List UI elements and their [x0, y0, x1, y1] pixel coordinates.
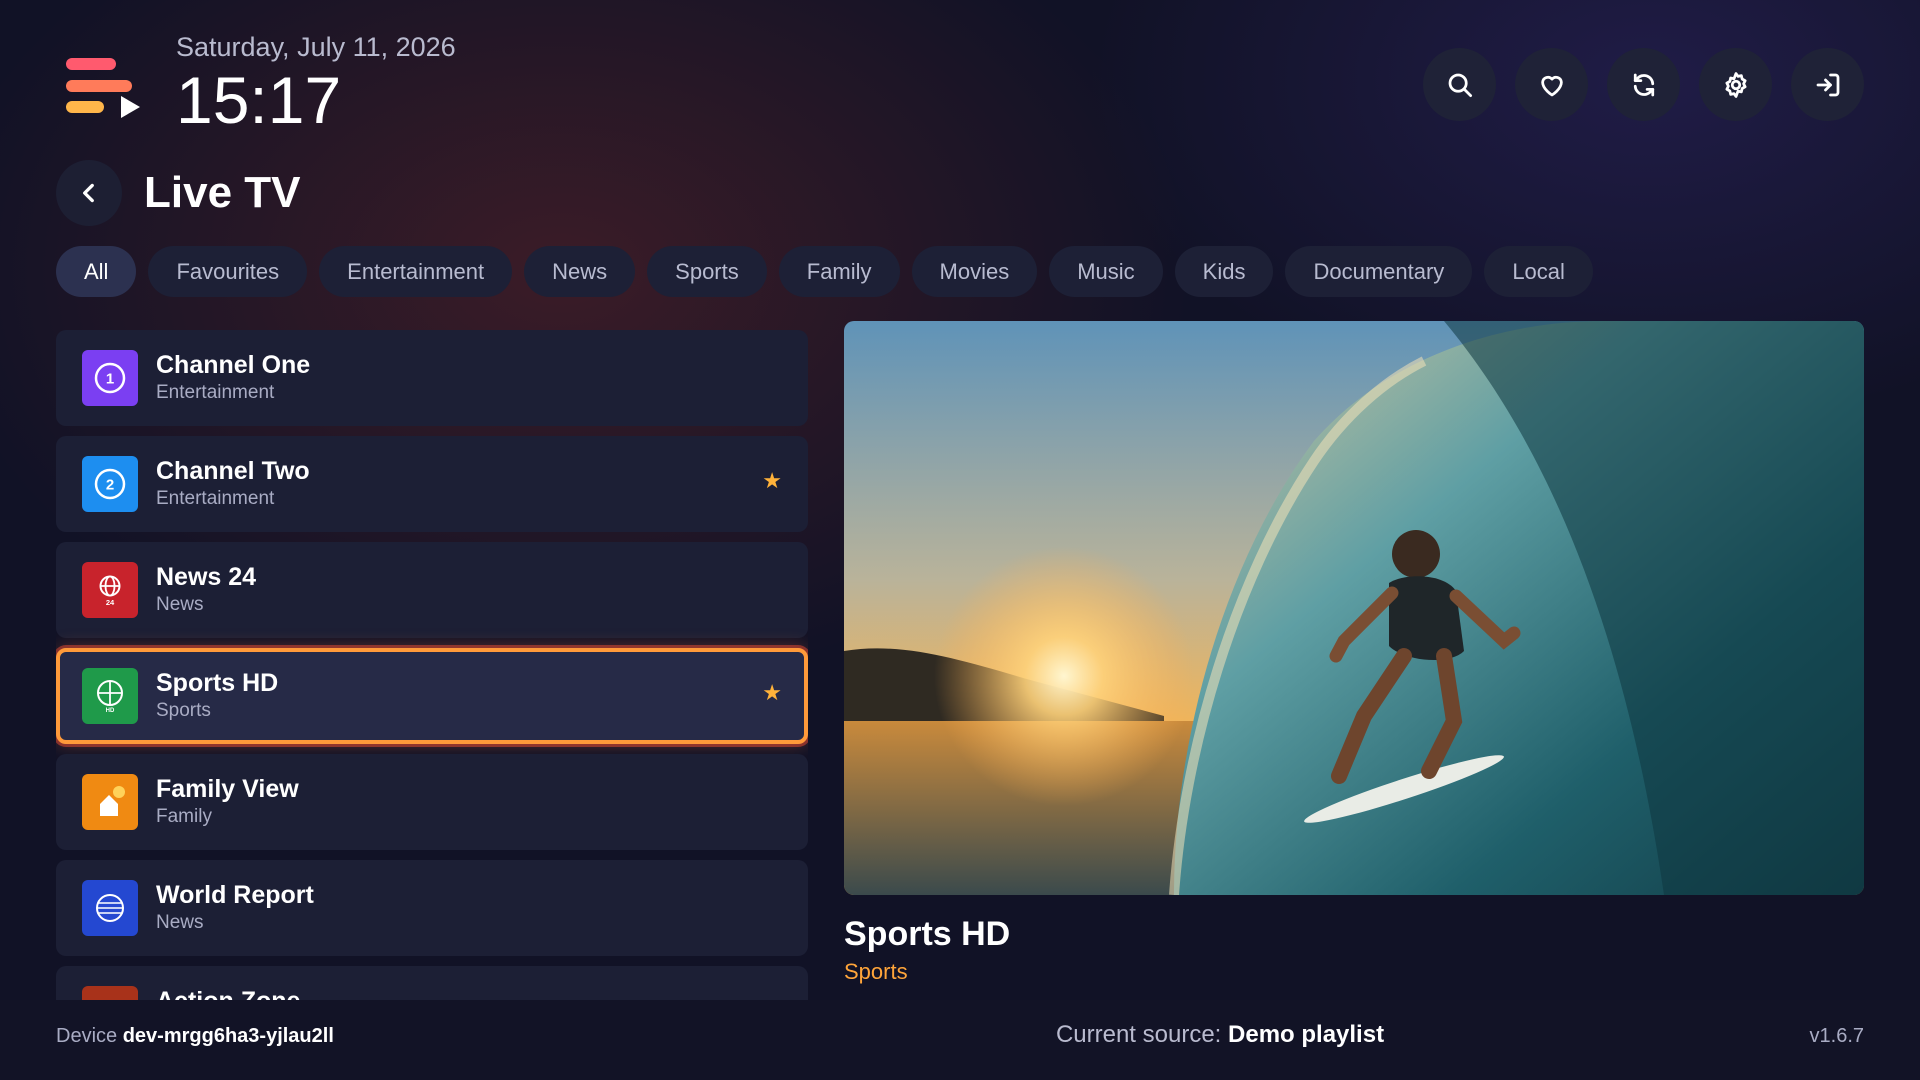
channel-item[interactable]: 24 News 24 News	[56, 542, 808, 638]
channel-name: Sports HD	[156, 669, 279, 697]
source-name: Demo playlist	[1228, 1021, 1385, 1048]
channel-item[interactable]: Family View Family	[56, 754, 808, 850]
gear-icon	[1725, 71, 1746, 98]
preview-image	[844, 321, 1864, 895]
favourites-button[interactable]	[1515, 48, 1588, 121]
category-filter: All Favourites Entertainment News Sports…	[56, 246, 1593, 297]
preview-category: Sports	[844, 959, 908, 984]
channel-logo: 24	[82, 562, 138, 618]
chip-documentary[interactable]: Documentary	[1285, 246, 1473, 297]
source-label: Current source:	[1055, 1021, 1222, 1048]
world-icon	[96, 894, 124, 922]
chip-entertainment[interactable]: Entertainment	[319, 246, 513, 297]
chip-family[interactable]: Family	[778, 246, 900, 297]
channel-name: Channel Two	[156, 457, 310, 485]
number-one-icon: 1	[94, 362, 126, 394]
channel-name: News 24	[156, 563, 257, 591]
channel-preview[interactable]	[844, 321, 1864, 895]
channel-logo-text: HD	[106, 708, 115, 714]
number-two-icon: 2	[94, 468, 126, 500]
settings-button[interactable]	[1699, 48, 1772, 121]
channel-category: Sports	[156, 700, 211, 721]
chip-music[interactable]: Music	[1049, 246, 1163, 297]
top-actions	[1423, 48, 1864, 121]
channel-name: Channel One	[156, 351, 311, 379]
channel-category: Entertainment	[156, 382, 275, 403]
favourite-star-icon: ★	[762, 468, 782, 493]
channel-name: Action Zone	[156, 986, 300, 1000]
channel-logo: 2	[82, 456, 138, 512]
channel-item[interactable]: Action Zone	[56, 966, 808, 1000]
channel-logo	[82, 774, 138, 830]
channel-list: 1 Channel One Entertainment 2 Channel Tw…	[56, 330, 808, 1000]
channel-item[interactable]: World Report News	[56, 860, 808, 956]
globe-icon: 24	[99, 575, 121, 607]
channel-logo-text: 24	[106, 598, 115, 607]
svg-text:2: 2	[106, 477, 114, 494]
refresh-button[interactable]	[1607, 48, 1680, 121]
refresh-icon	[1633, 73, 1654, 96]
channel-category: Entertainment	[156, 488, 275, 509]
chevron-left-icon	[83, 183, 94, 203]
favourite-star-icon: ★	[762, 680, 782, 705]
channel-item[interactable]: 2 Channel Two Entertainment ★	[56, 436, 808, 532]
preview-title: Sports HD	[844, 915, 1011, 953]
chip-local[interactable]: Local	[1484, 246, 1593, 297]
app-version: v1.6.7	[1809, 1025, 1864, 1047]
chip-all[interactable]: All	[56, 246, 137, 297]
chip-movies[interactable]: Movies	[911, 246, 1038, 297]
channel-category: Family	[156, 806, 212, 827]
channel-logo: HD	[82, 668, 138, 724]
ball-icon: HD	[97, 680, 123, 714]
chip-kids[interactable]: Kids	[1174, 246, 1274, 297]
channel-name: World Report	[156, 881, 314, 909]
channel-name: Family View	[156, 775, 299, 803]
channel-category: News	[156, 594, 204, 615]
current-date: Saturday, July 11, 2026	[176, 32, 456, 62]
channel-logo	[82, 986, 138, 1000]
channel-logo: 1	[82, 350, 138, 406]
back-button[interactable]	[56, 160, 122, 226]
chip-news[interactable]: News	[524, 246, 636, 297]
channel-logo	[82, 880, 138, 936]
channel-item-selected[interactable]: HD Sports HD Sports ★	[56, 648, 808, 744]
login-button[interactable]	[1791, 48, 1864, 121]
house-icon	[100, 786, 125, 816]
login-icon	[1816, 73, 1839, 96]
current-time: 15:17	[176, 63, 342, 137]
channel-category: News	[156, 912, 204, 933]
page-title: Live TV	[144, 168, 301, 217]
current-source: Current source: Demo playlist	[0, 1021, 1920, 1049]
svg-text:1: 1	[106, 371, 114, 388]
heart-icon	[1540, 75, 1563, 96]
search-icon	[1448, 73, 1472, 97]
app-logo	[66, 58, 142, 118]
search-button[interactable]	[1423, 48, 1496, 121]
channel-item[interactable]: 1 Channel One Entertainment	[56, 330, 808, 426]
chip-favourites[interactable]: Favourites	[148, 246, 308, 297]
chip-sports[interactable]: Sports	[647, 246, 767, 297]
